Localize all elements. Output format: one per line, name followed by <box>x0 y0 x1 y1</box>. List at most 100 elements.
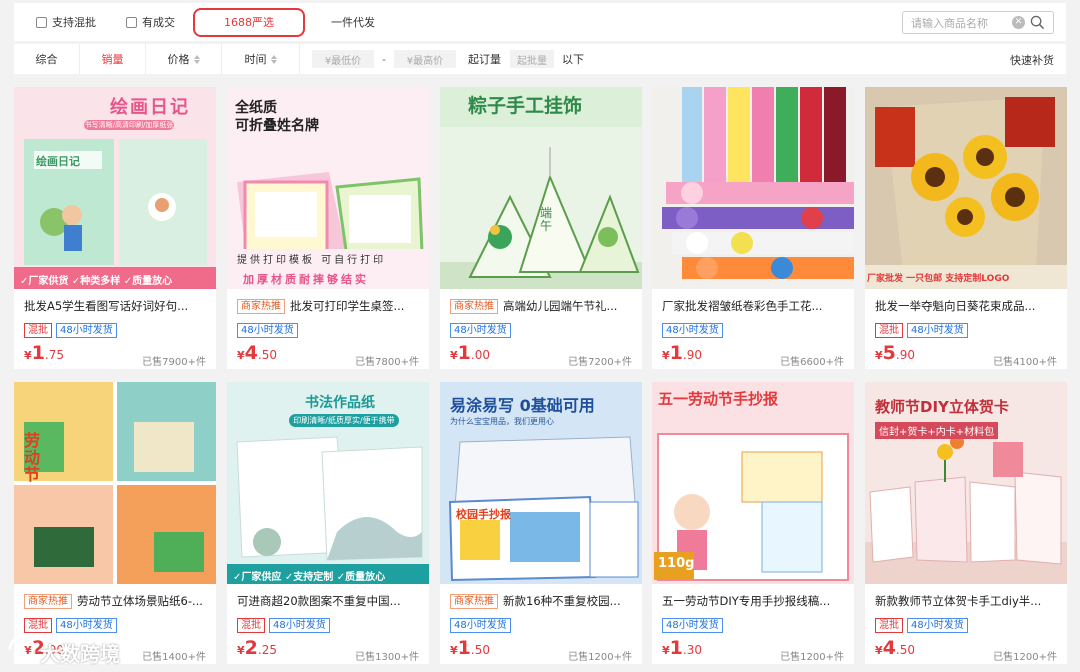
sold-count: 已售1400+件 <box>142 652 206 663</box>
product-image[interactable] <box>652 87 854 289</box>
mixed-batch-label: 支持混批 <box>52 16 96 29</box>
mixed-batch-checkbox[interactable]: 支持混批 <box>36 14 96 30</box>
search-icon[interactable] <box>1030 15 1045 30</box>
has-deal-checkbox[interactable]: 有成交 <box>126 14 175 30</box>
image-heading: 五一劳动节手抄报 <box>658 390 779 408</box>
title-text[interactable]: 新款教师节立体贺卡手工diy半... <box>875 593 1041 609</box>
product-image[interactable]: 粽子手工挂饰 端午 <box>440 87 642 289</box>
image-heading: 教师节DIY立体贺卡 <box>875 398 1009 416</box>
product-title[interactable]: 批发一举夺魁向日葵花束成品... <box>875 298 1061 314</box>
title-text[interactable]: 可进商超20款图案不重复中国... <box>237 593 401 609</box>
product-title[interactable]: 可进商超20款图案不重复中国... <box>237 593 423 609</box>
product-image[interactable]: 五一劳动节手抄报 110g <box>652 382 854 584</box>
product-title[interactable]: 商家热推 新款16种不重复校园... <box>450 593 636 609</box>
checkbox-box[interactable] <box>36 16 47 28</box>
heading-line2: 可折叠姓名牌 <box>235 118 319 134</box>
product-image[interactable]: 劳动节 <box>14 382 216 584</box>
sold-count: 已售7800+件 <box>355 357 419 368</box>
tab-dropship[interactable]: 一件代发 <box>331 14 375 30</box>
price: ¥1.00 <box>450 342 490 364</box>
title-text[interactable]: 高端幼儿园端午节礼... <box>503 298 617 314</box>
product-card[interactable]: 绘画日记 书写清晰/高清印刷/加厚纸张 绘画日记 ✓厂家供货 ✓种类多样 ✓质量… <box>14 87 216 369</box>
product-title[interactable]: 商家热推 高端幼儿园端午节礼... <box>450 298 636 314</box>
title-text[interactable]: 厂家批发褶皱纸卷彩色手工花... <box>662 298 822 314</box>
watermark-logo-icon <box>8 636 36 664</box>
price: ¥2.25 <box>237 637 277 659</box>
product-card[interactable]: 易涂易写 0基础可用 为什么宝宝用品，我们更用心 校园手抄报 商家热推 新款16种… <box>440 382 642 664</box>
hot-badge: 商家热推 <box>24 593 72 609</box>
max-price-input[interactable]: ¥最高价 <box>393 50 456 68</box>
min-price-input[interactable]: ¥最低价 <box>312 50 374 68</box>
tag-48h: 48小时发货 <box>237 323 298 338</box>
image-subtitle: 信封+贺卡+内卡+材料包 <box>875 422 999 439</box>
product-card[interactable]: 粽子手工挂饰 端午 商家热推 高端幼儿园端午节礼... 48小时发货 ¥1.00 … <box>440 87 642 369</box>
board-text: 校园手抄报 <box>456 508 511 521</box>
tag-list: 混批 48小时发货 <box>24 618 121 633</box>
heading-line1: 全纸质 <box>235 100 277 116</box>
title-text[interactable]: 新款16种不重复校园... <box>503 593 621 609</box>
product-title[interactable]: 新款教师节立体贺卡手工diy半... <box>875 593 1061 609</box>
product-image[interactable]: 绘画日记 书写清晰/高清印刷/加厚纸张 绘画日记 ✓厂家供货 ✓种类多样 ✓质量… <box>14 87 216 289</box>
product-card[interactable]: 五一劳动节手抄报 110g 五一劳动节DIY专用手抄报线稿... 48小时发货 … <box>652 382 854 664</box>
tag-list: 48小时发货 <box>450 618 515 633</box>
hot-badge: 商家热推 <box>450 593 498 609</box>
tag-list: 48小时发货 <box>237 323 302 338</box>
tag-48h: 48小时发货 <box>269 618 330 633</box>
product-card[interactable]: 厂家批发褶皱纸卷彩色手工花... 48小时发货 ¥1.90 已售6600+件 <box>652 87 854 369</box>
checkbox-box[interactable] <box>126 16 137 28</box>
price-decimal: .50 <box>470 643 490 657</box>
watermark: 大数跨境 <box>6 634 146 666</box>
product-image[interactable]: 全纸质 可折叠姓名牌 提供打印模板 可自行打印 加厚材质耐摔够结实 <box>227 87 429 289</box>
sort-time[interactable]: 时间 <box>222 44 300 74</box>
product-card[interactable]: 厂家批发 一只包邮 支持定制LOGO 批发一举夺魁向日葵花束成品... 混批 48… <box>865 87 1067 369</box>
title-text[interactable]: 批发可打印学生桌签... <box>290 298 404 314</box>
image-footer: ✓厂家供货 ✓种类多样 ✓质量放心 <box>20 276 173 287</box>
product-image[interactable]: 易涂易写 0基础可用 为什么宝宝用品，我们更用心 校园手抄报 <box>440 382 642 584</box>
moq-input[interactable]: 起批量 <box>509 50 554 68</box>
product-card[interactable]: 全纸质 可折叠姓名牌 提供打印模板 可自行打印 加厚材质耐摔够结实 商家热推 批发可… <box>227 87 429 369</box>
quick-restock-link[interactable]: 快速补货 <box>1010 52 1054 68</box>
product-card[interactable]: 劳动节 商家热推 劳动节立体场景贴纸6-... 混批 48小时发货 ¥2.90 已售… <box>14 382 216 664</box>
tag-48h: 48小时发货 <box>662 323 723 338</box>
image-subtitle: 书写清晰/高清印刷/加厚纸张 <box>84 121 174 129</box>
sort-price[interactable]: 价格 <box>146 44 222 74</box>
price-integer: 1 <box>457 342 471 364</box>
sort-comprehensive[interactable]: 综合 <box>14 44 80 74</box>
crepe-paper-illustration <box>652 87 854 289</box>
title-text[interactable]: 批发一举夺魁向日葵花束成品... <box>875 298 1035 314</box>
product-image[interactable]: 教师节DIY立体贺卡 信封+贺卡+内卡+材料包 <box>865 382 1067 584</box>
product-title[interactable]: 五一劳动节DIY专用手抄报线稿... <box>662 593 848 609</box>
product-title[interactable]: 厂家批发褶皱纸卷彩色手工花... <box>662 298 848 314</box>
price-decimal: .75 <box>44 348 64 362</box>
has-deal-label: 有成交 <box>142 16 175 29</box>
tag-mixed: 混批 <box>24 323 52 338</box>
product-title[interactable]: 批发A5学生看图写话好词好句... <box>24 298 210 314</box>
sold-count: 已售1300+件 <box>355 652 419 663</box>
price-decimal: .90 <box>682 348 702 362</box>
clear-icon[interactable]: ✕ <box>1012 16 1025 29</box>
sort-sales[interactable]: 销量 <box>80 44 146 74</box>
title-text[interactable]: 五一劳动节DIY专用手抄报线稿... <box>662 593 830 609</box>
title-text[interactable]: 劳动节立体场景贴纸6-... <box>77 593 203 609</box>
sold-count: 已售1200+件 <box>568 652 632 663</box>
price: ¥1.90 <box>662 342 702 364</box>
product-card[interactable]: 书法作品纸 印刷清晰/纸质厚实/便于携带 ✓厂家供应 ✓支持定制 ✓质量放心 可… <box>227 382 429 664</box>
moq-label: 起订量 <box>467 53 501 66</box>
product-title[interactable]: 商家热推 批发可打印学生桌签... <box>237 298 423 314</box>
sold-count: 已售7900+件 <box>142 357 206 368</box>
product-image[interactable]: 厂家批发 一只包邮 支持定制LOGO <box>865 87 1067 289</box>
tag-48h: 48小时发货 <box>450 323 511 338</box>
sunflower-illustration <box>865 87 1067 289</box>
watermark-text: 大数跨境 <box>40 642 120 666</box>
search-input[interactable]: 请输入商品名称 ✕ <box>902 11 1054 34</box>
title-text[interactable]: 批发A5学生看图写话好词好句... <box>24 298 188 314</box>
product-image[interactable]: 书法作品纸 印刷清晰/纸质厚实/便于携带 ✓厂家供应 ✓支持定制 ✓质量放心 <box>227 382 429 584</box>
price: ¥4.50 <box>875 637 915 659</box>
image-footer: ✓厂家供应 ✓支持定制 ✓质量放心 <box>233 572 386 583</box>
hot-badge: 商家热推 <box>237 298 285 314</box>
product-title[interactable]: 商家热推 劳动节立体场景贴纸6-... <box>24 593 210 609</box>
tag-48h: 48小时发货 <box>907 323 968 338</box>
tab-1688-selected[interactable]: 1688严选 <box>193 7 305 37</box>
price: ¥1.50 <box>450 637 490 659</box>
product-card[interactable]: 教师节DIY立体贺卡 信封+贺卡+内卡+材料包 新款教师节立体贺卡手工diy半.… <box>865 382 1067 664</box>
